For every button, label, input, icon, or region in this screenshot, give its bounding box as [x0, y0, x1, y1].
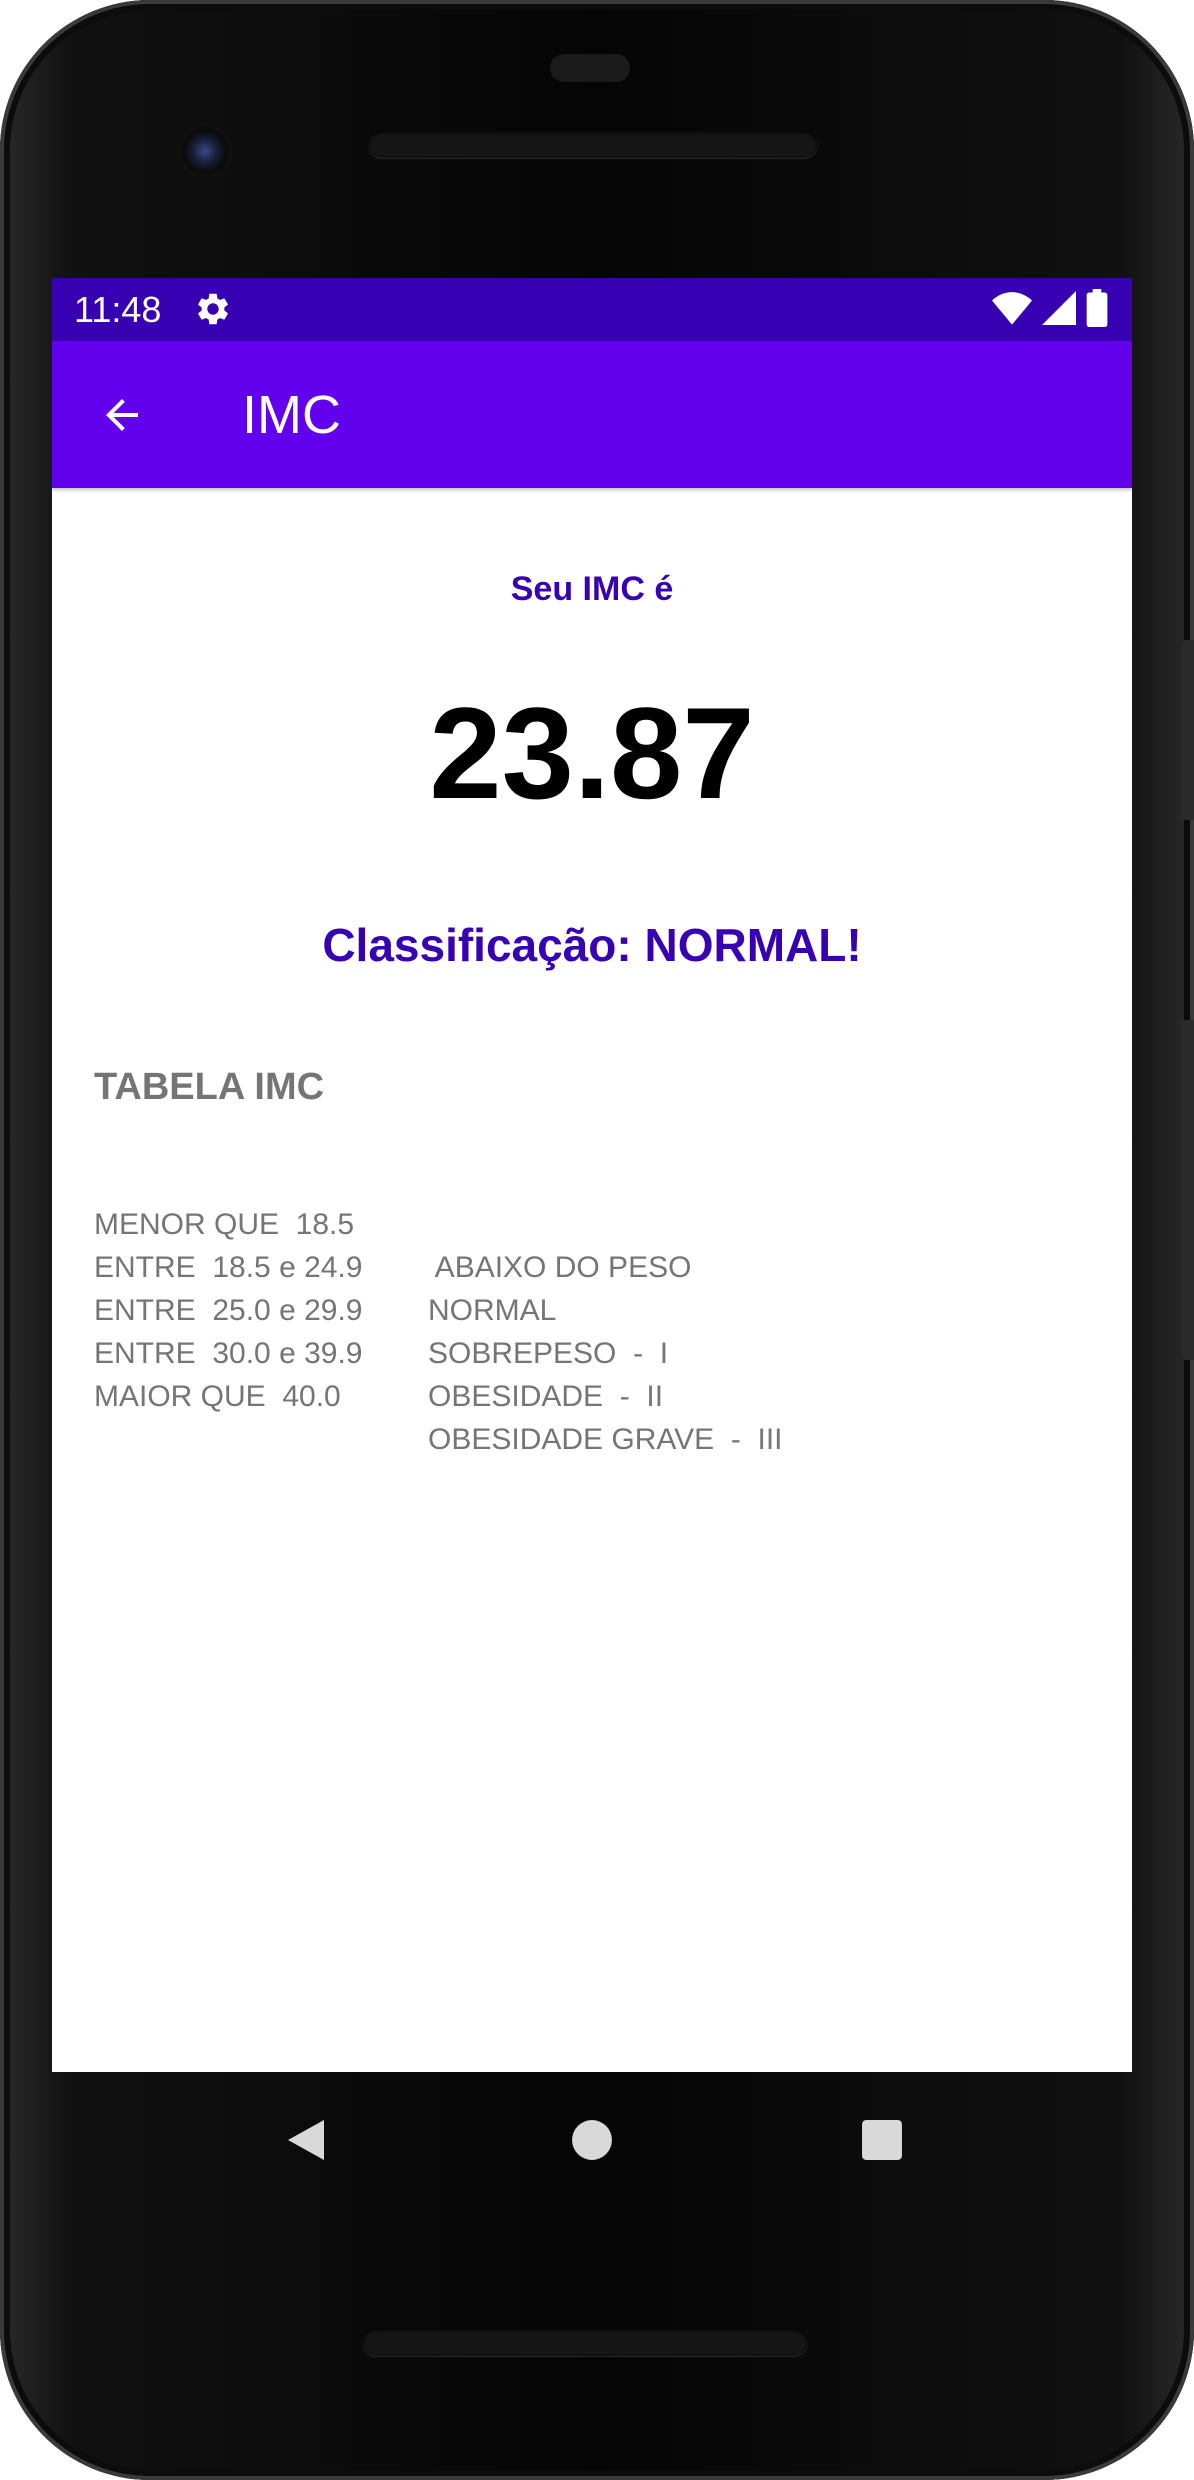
home-circle-icon[interactable]	[562, 2110, 622, 2170]
signal-icon	[1042, 290, 1076, 330]
table-row: MAIOR QUE 40.0 OBESIDADE GRAVE - III	[94, 1332, 783, 1456]
table-row: ENTRE 18.5 e 24.9 NORMAL	[94, 1203, 556, 1327]
arrow-back-icon[interactable]	[92, 385, 152, 445]
result-label: Seu IMC é	[510, 570, 674, 608]
table-title: TABELA IMC	[94, 1066, 325, 1108]
phone-frame: 11:48 IMC Seu IMC é 23.87 Classificação:…	[0, 0, 1194, 2480]
class-cell: OBESIDADE GRAVE - III	[428, 1423, 783, 1456]
power-button	[1182, 640, 1194, 820]
table-row: ENTRE 25.0 e 29.9 SOBREPESO - I	[94, 1246, 668, 1370]
range-cell: MAIOR QUE 40.0	[94, 1380, 341, 1413]
navigation-bar	[52, 2072, 1132, 2202]
volume-button	[1182, 1020, 1194, 1360]
classification-text: Classificação: NORMAL!	[322, 919, 862, 971]
screen: 11:48 IMC Seu IMC é 23.87 Classificação:…	[52, 278, 1132, 2072]
status-icons	[992, 288, 1108, 332]
battery-icon	[1086, 288, 1108, 332]
class-cell: ABAIXO DO PESO	[428, 1251, 692, 1284]
imc-table: MENOR QUE 18.5 ABAIXO DO PESO ENTRE 18.5…	[94, 1160, 783, 1456]
imc-value: 23.87	[429, 680, 755, 826]
settings-icon	[194, 290, 232, 328]
table-row: MENOR QUE 18.5 ABAIXO DO PESO	[94, 1160, 691, 1284]
table-row: ENTRE 30.0 e 39.9 OBESIDADE - II	[94, 1289, 663, 1413]
app-title: IMC	[242, 385, 341, 445]
class-cell: OBESIDADE - II	[428, 1380, 664, 1413]
top-speaker-grille	[368, 130, 818, 158]
bottom-speaker-grille	[362, 2328, 808, 2356]
class-cell: NORMAL	[428, 1294, 557, 1327]
app-bar: IMC	[52, 341, 1132, 488]
status-time: 11:48	[74, 289, 162, 330]
wifi-icon	[992, 291, 1032, 330]
back-triangle-icon[interactable]	[276, 2110, 336, 2170]
recents-square-icon[interactable]	[852, 2110, 912, 2170]
earpiece	[550, 54, 630, 82]
status-bar: 11:48	[52, 278, 1132, 341]
front-camera	[178, 124, 232, 178]
class-cell: SOBREPESO - I	[428, 1337, 669, 1370]
